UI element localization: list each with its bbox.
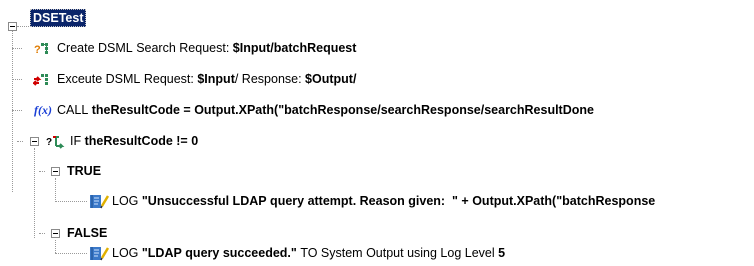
node-expression: theResultCode != 0 [84, 134, 199, 148]
tree-node-log-succeeded[interactable]: LOG "LDAP query succeeded." TO System Ou… [88, 244, 505, 262]
node-expression: $Output/ [305, 72, 357, 86]
tree-node-create-dsml-search[interactable]: ? Create DSML Search Request: $Input/bat… [33, 39, 356, 57]
node-text: Create DSML Search Request: $Input/batch… [57, 39, 356, 57]
tree-node-log-unsuccessful[interactable]: LOG "Unsuccessful LDAP query attempt. Re… [88, 192, 655, 210]
node-text: IF theResultCode != 0 [70, 132, 198, 150]
node-text: LOG "Unsuccessful LDAP query attempt. Re… [112, 192, 655, 210]
collapse-toggle-icon[interactable] [8, 22, 17, 31]
node-keyword: CALL [57, 103, 92, 117]
tree-connector [34, 148, 35, 238]
tree-node-execute-dsml[interactable]: Exceute DSML Request: $Input/ Response: … [33, 70, 356, 88]
tree-node-call-function[interactable]: f(x) CALL theResultCode = Output.XPath("… [33, 101, 594, 119]
branch-label-true: TRUE [67, 164, 102, 178]
branch-label-false: FALSE [67, 226, 108, 240]
node-keyword: LOG [112, 246, 142, 260]
node-text: LOG "LDAP query succeeded." TO System Ou… [112, 244, 505, 262]
svg-text:?: ? [46, 137, 52, 148]
tree-connector [39, 233, 45, 234]
collapse-toggle-icon[interactable] [51, 229, 60, 238]
svg-text:?: ? [34, 44, 41, 56]
tree-connector [55, 253, 87, 254]
node-expression: theResultCode = Output.XPath("batchRespo… [91, 103, 594, 117]
node-text: Exceute DSML Request: $Input/ Response: … [57, 70, 356, 88]
collapse-toggle-icon[interactable] [51, 167, 60, 176]
tree-connector [17, 141, 23, 142]
tree-connector [12, 110, 22, 111]
tree-connector [12, 48, 22, 49]
node-keyword: LOG [112, 194, 142, 208]
if-branch-icon: ? [46, 133, 68, 149]
collapse-toggle-icon[interactable] [30, 137, 39, 146]
log-icon [88, 245, 110, 261]
svg-text:f(x): f(x) [34, 103, 52, 117]
tree-root[interactable]: DSETest [30, 9, 87, 27]
root-label: DSETest [30, 9, 87, 27]
dsml-execute-icon [33, 71, 55, 87]
tree-node-false[interactable]: FALSE [67, 224, 107, 242]
node-expression: $Input [197, 72, 235, 86]
tree-connector [39, 171, 45, 172]
dsml-search-icon: ? [33, 40, 55, 56]
node-expression: $Input/batchRequest [232, 41, 357, 55]
node-keyword: / Response: [234, 72, 306, 86]
node-keyword: Exceute DSML Request: [57, 72, 198, 86]
node-expression: "Unsuccessful LDAP query attempt. Reason… [141, 194, 656, 208]
node-text: CALL theResultCode = Output.XPath("batch… [57, 101, 594, 119]
node-keyword: IF [70, 134, 85, 148]
function-icon: f(x) [33, 102, 55, 118]
tree-connector [55, 178, 56, 200]
node-expression: 5 [498, 246, 506, 260]
tree-connector [55, 240, 56, 253]
script-tree: DSETest ? Create DSML Search Request: $I… [0, 0, 754, 266]
tree-connector [17, 26, 29, 27]
log-icon [88, 193, 110, 209]
node-keyword: Create DSML Search Request: [57, 41, 233, 55]
tree-node-true[interactable]: TRUE [67, 162, 101, 180]
tree-node-if[interactable]: ? IF theResultCode != 0 [46, 132, 198, 150]
node-expression: "LDAP query succeeded." [141, 246, 297, 260]
tree-connector [12, 79, 22, 80]
tree-connector [55, 201, 87, 202]
node-keyword: TO System Output using Log Level [296, 246, 499, 260]
